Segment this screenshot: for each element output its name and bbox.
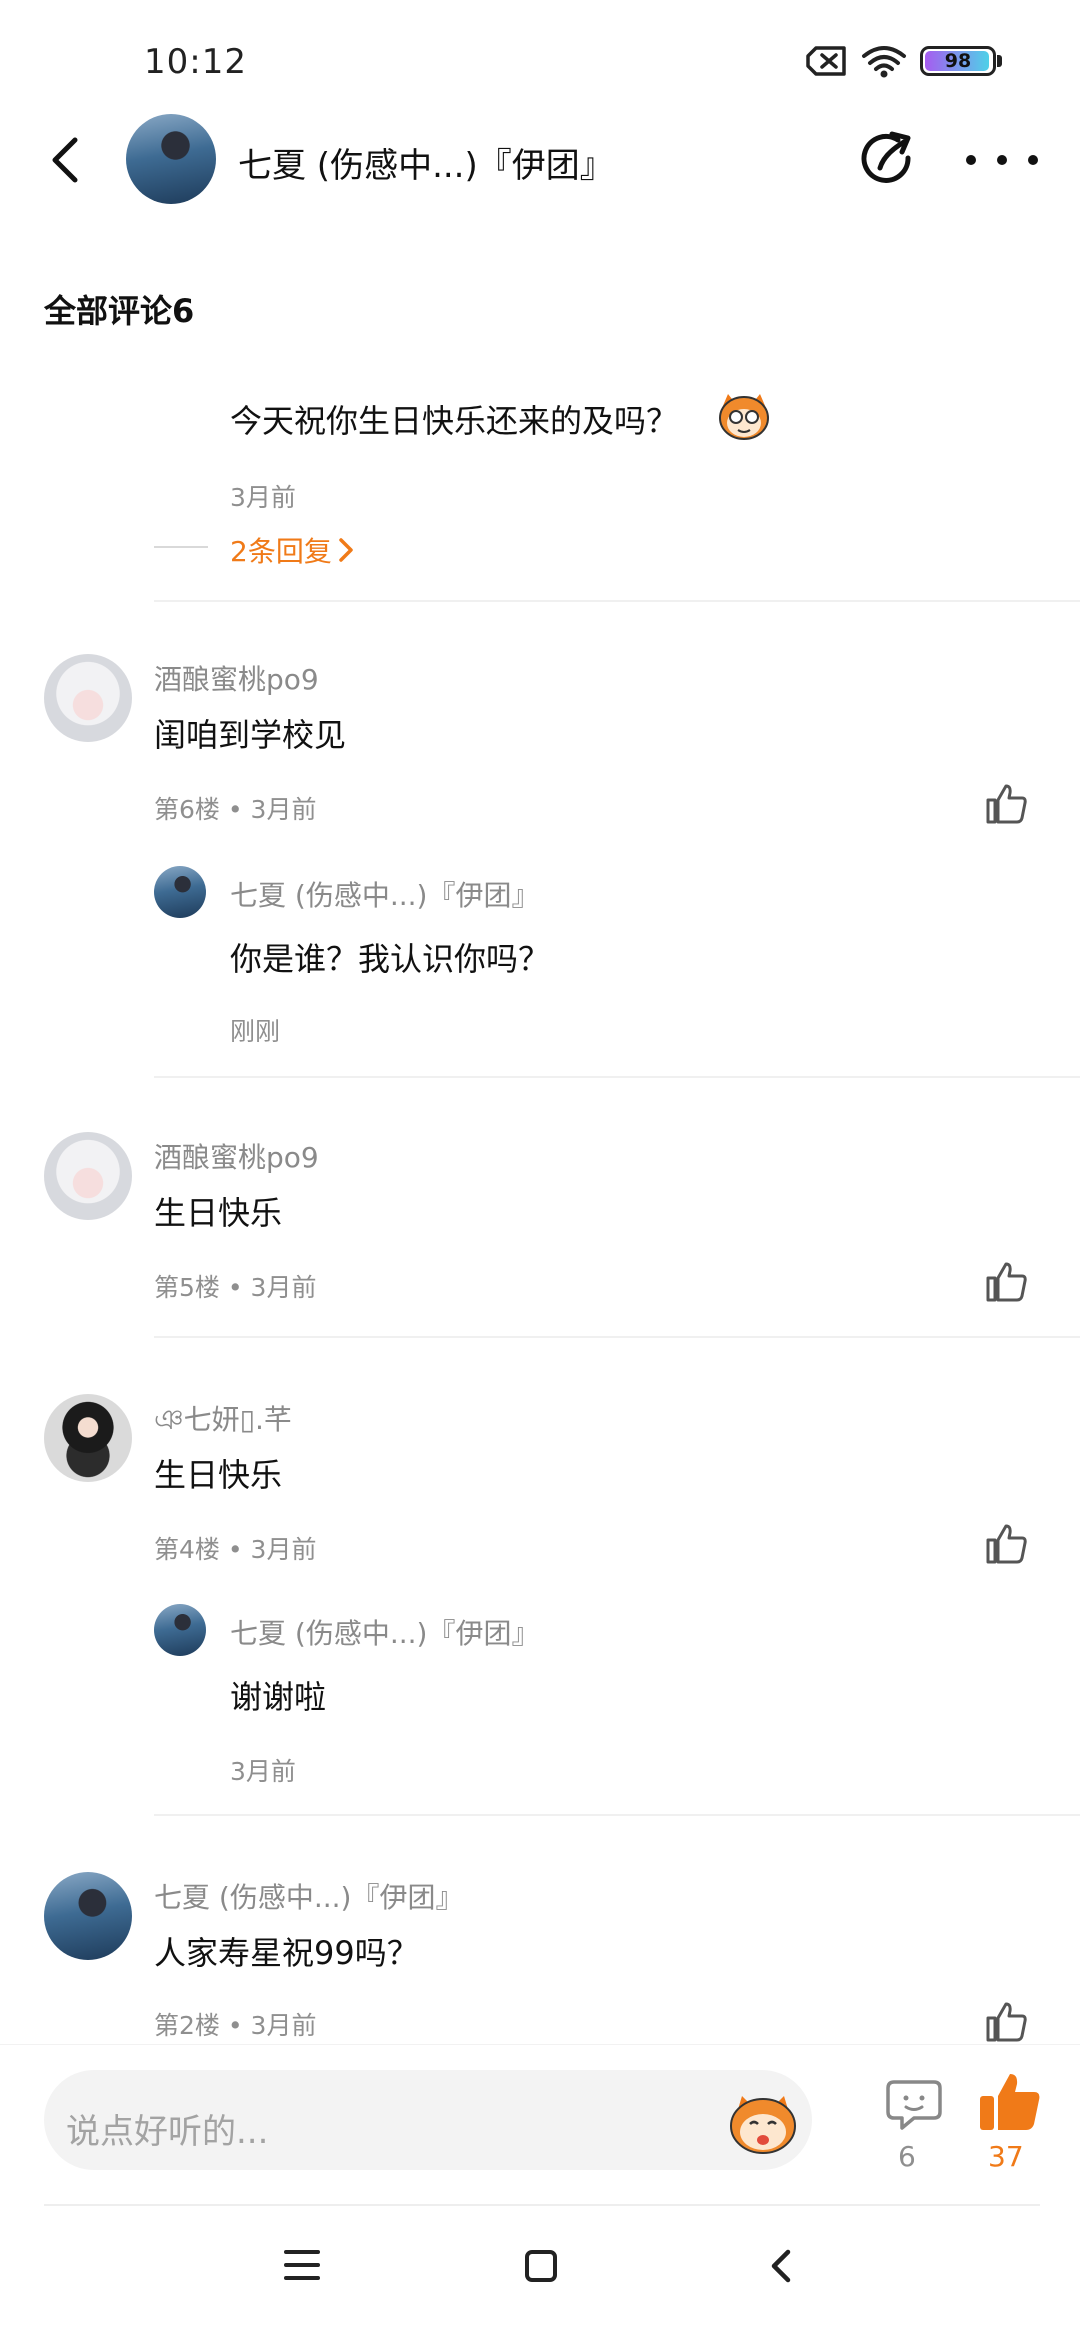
comment-text: 人家寿星祝99吗？ <box>154 1934 419 1972</box>
view-replies-link[interactable]: 2条回复 <box>230 530 354 570</box>
header-title: 七夏 (伤感中...)『伊团』 <box>238 146 614 186</box>
reply-text: 谢谢啦 <box>230 1678 327 1716</box>
reply-time: 3月前 <box>230 1757 296 1786</box>
comment-text: 生日快乐 <box>154 1456 283 1494</box>
comment-username[interactable]: 七夏 (伤感中...)『伊团』 <box>154 1876 463 1916</box>
chevron-right-icon <box>339 538 353 562</box>
divider <box>44 2204 1040 2206</box>
reply-username[interactable]: 七夏 (伤感中...)『伊团』 <box>230 874 539 914</box>
avatar[interactable] <box>44 654 132 742</box>
top-reply-time: 3月前 <box>230 483 296 512</box>
reply-avatar[interactable] <box>154 1604 206 1656</box>
comment-meta: 第2楼 • 3月前 <box>154 2011 317 2040</box>
view-replies-label: 2条回复 <box>230 535 332 568</box>
mascot-icon[interactable] <box>726 2090 800 2156</box>
back-arrow-icon <box>52 137 78 183</box>
comment-username[interactable]: 酒酿蜜桃po9 <box>154 1136 319 1176</box>
share-icon <box>861 131 911 183</box>
comment-icon[interactable] <box>884 2076 944 2132</box>
reply-text: 你是谁？我认识你吗？ <box>230 940 551 978</box>
back-icon <box>771 2249 791 2283</box>
like-count: 37 <box>988 2140 1024 2173</box>
share-button[interactable] <box>858 128 922 192</box>
comment-text: 闺咱到学校见 <box>154 716 347 754</box>
nav-home-button[interactable] <box>525 2250 557 2282</box>
thumb-up-icon[interactable] <box>976 2070 1044 2136</box>
divider <box>154 1336 1080 1338</box>
divider <box>154 1076 1080 1078</box>
emoji-icon <box>719 394 769 440</box>
comment-username[interactable]: 酒酿蜜桃po9 <box>154 658 319 698</box>
comment-meta: 第5楼 • 3月前 <box>154 1273 317 1302</box>
comment-text: 生日快乐 <box>154 1194 283 1232</box>
top-reply-text: 今天祝你生日快乐还来的及吗？ <box>230 402 679 440</box>
header-avatar[interactable] <box>126 114 216 204</box>
avatar[interactable] <box>44 1872 132 1960</box>
comments-title: 全部评论6 <box>44 292 195 330</box>
comment-input-placeholder: 说点好听的... <box>66 2112 269 2152</box>
more-button[interactable] <box>966 140 1038 180</box>
avatar[interactable] <box>44 1132 132 1220</box>
back-button[interactable] <box>36 130 92 190</box>
like-icon[interactable] <box>982 1258 1030 1306</box>
nav-back-button[interactable] <box>766 2248 798 2284</box>
reply-username[interactable]: 七夏 (伤感中...)『伊团』 <box>230 1612 539 1652</box>
comment-meta: 第4楼 • 3月前 <box>154 1535 317 1564</box>
comment-meta: 第6楼 • 3月前 <box>154 795 317 824</box>
sim-icon <box>806 46 846 76</box>
status-time: 10:12 <box>144 42 247 82</box>
battery-indicator: 98 <box>920 46 1002 76</box>
nav-menu-button[interactable] <box>284 2250 320 2280</box>
divider <box>154 600 1080 602</box>
comment-count: 6 <box>898 2140 916 2173</box>
comment-username[interactable]: ঞ七妍▯.芊 <box>154 1398 292 1445</box>
reply-line <box>154 546 208 548</box>
divider <box>154 1814 1080 1816</box>
reply-time: 刚刚 <box>230 1017 281 1046</box>
like-icon[interactable] <box>982 1998 1030 2046</box>
avatar[interactable] <box>44 1394 132 1482</box>
like-icon[interactable] <box>982 780 1030 828</box>
like-icon[interactable] <box>982 1520 1030 1568</box>
wifi-icon <box>862 46 906 78</box>
reply-avatar[interactable] <box>154 866 206 918</box>
status-icons: 98 <box>806 44 1002 78</box>
battery-level: 98 <box>944 50 972 72</box>
more-icon <box>966 155 976 165</box>
menu-icon <box>284 2250 320 2254</box>
